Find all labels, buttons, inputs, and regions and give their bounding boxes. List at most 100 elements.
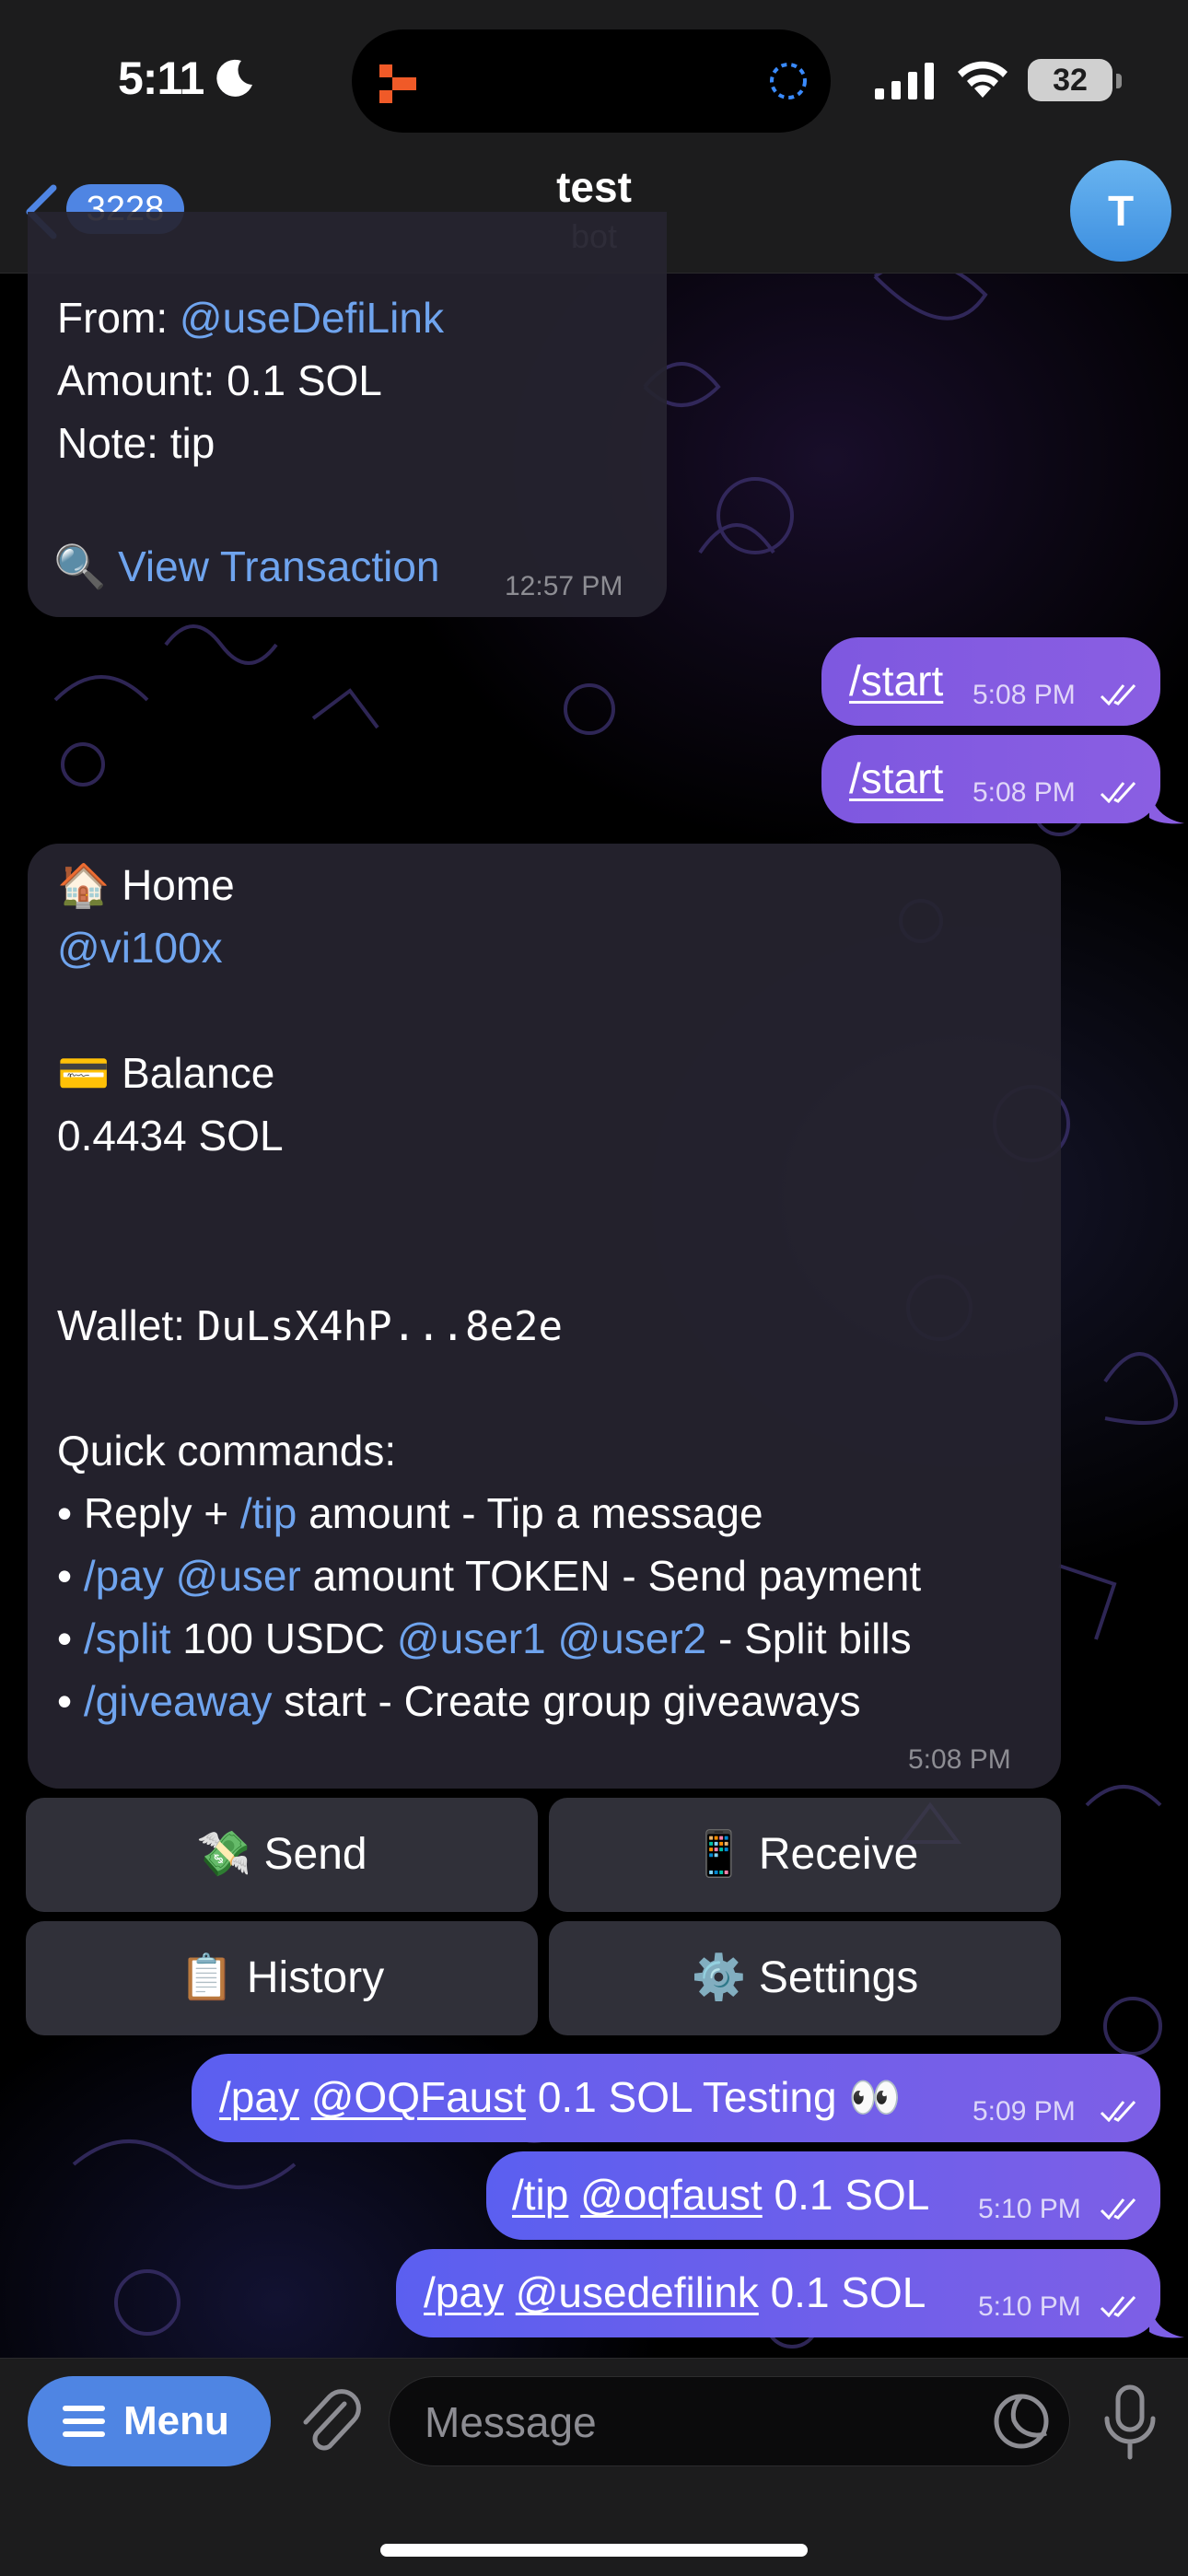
- credit-card-icon: 💳: [57, 1049, 111, 1097]
- history-button[interactable]: 📋 History: [26, 1921, 538, 2035]
- read-checkmarks-icon: [1100, 683, 1136, 705]
- bot-menu-button[interactable]: Menu: [28, 2376, 271, 2466]
- message-text: 0.1 SOL: [758, 2268, 926, 2316]
- bullet: •: [57, 1552, 84, 1600]
- pay-command-link[interactable]: /pay: [219, 2073, 299, 2121]
- quick-command-tip: • Reply + /tip amount - Tip a message: [57, 1488, 763, 1538]
- tip-command-link[interactable]: /tip: [240, 1489, 297, 1537]
- moon-icon: [216, 59, 252, 97]
- battery-cap: [1116, 74, 1122, 88]
- tx-from-line: From: @useDefiLink: [57, 293, 444, 343]
- view-transaction-link[interactable]: View Transaction: [118, 542, 439, 590]
- user-mention-link[interactable]: @user: [176, 1552, 301, 1600]
- app-activity-icon: [379, 64, 416, 103]
- quick-command-pay: • /pay @user amount TOKEN - Send payment: [57, 1551, 921, 1601]
- tip-command-link[interactable]: /tip: [512, 2171, 568, 2219]
- wallet-address[interactable]: DuLsX4hP...8e2e: [197, 1303, 563, 1350]
- user-mention-link[interactable]: @usedefilink: [516, 2268, 759, 2316]
- signal-icon: [875, 63, 934, 99]
- chat-title[interactable]: test: [0, 162, 1188, 212]
- battery-indicator: 32: [1028, 59, 1112, 101]
- wallet-label: Wallet:: [57, 1301, 197, 1349]
- pay-2-timestamp: 5:10 PM: [978, 2291, 1081, 2322]
- tx-amount: Amount: 0.1 SOL: [57, 356, 382, 404]
- sticker-icon[interactable]: [991, 2391, 1052, 2452]
- cmd-text: - Split bills: [706, 1614, 912, 1662]
- bullet: •: [57, 1677, 84, 1725]
- mobile-phone-icon: 📱: [691, 1830, 747, 1879]
- tx-timestamp: 12:57 PM: [505, 571, 623, 601]
- cmd-text: amount TOKEN - Send payment: [300, 1552, 922, 1600]
- battery-level: 32: [1053, 63, 1088, 98]
- tx-note: Note: tip: [57, 419, 215, 467]
- pay-1-timestamp: 5:09 PM: [973, 2096, 1076, 2127]
- money-wings-icon: 💸: [196, 1830, 252, 1879]
- history-button-label: 📋 History: [26, 1921, 538, 2035]
- settings-label: Settings: [758, 1953, 919, 2002]
- pay-command-link[interactable]: /pay: [424, 2268, 504, 2316]
- tip-timestamp: 5:10 PM: [978, 2194, 1081, 2224]
- split-command-link[interactable]: /split: [84, 1614, 171, 1662]
- bot-avatar[interactable]: T: [1070, 160, 1171, 262]
- paperclip-icon[interactable]: [293, 2385, 367, 2459]
- message-field[interactable]: [389, 2376, 1070, 2467]
- balance-title: Balance: [122, 1049, 275, 1097]
- house-icon: 🏠: [57, 861, 111, 909]
- status-time: 5:11: [118, 52, 204, 104]
- home-username-link[interactable]: @vi100x: [57, 923, 223, 973]
- view-transaction-line: 🔍 View Transaction: [53, 542, 440, 592]
- microphone-icon[interactable]: [1101, 2384, 1159, 2461]
- bullet: •: [57, 1614, 84, 1662]
- home-heading: 🏠 Home: [57, 860, 235, 911]
- giveaway-command-link[interactable]: /giveaway: [84, 1677, 273, 1725]
- start-2-timestamp: 5:08 PM: [973, 777, 1076, 808]
- read-checkmarks-icon: [1100, 781, 1136, 803]
- settings-button[interactable]: ⚙️ Settings: [549, 1921, 1061, 2035]
- bullet: •: [57, 1489, 84, 1537]
- cmd-text: 100 USDC: [170, 1614, 397, 1662]
- read-checkmarks-icon: [1100, 2295, 1136, 2317]
- cmd-text: start - Create group giveaways: [272, 1677, 861, 1725]
- quick-command-split: • /split 100 USDC @user1 @user2 - Split …: [57, 1614, 912, 1663]
- bubble-tail: [1149, 790, 1184, 824]
- read-checkmarks-icon: [1100, 2100, 1136, 2122]
- cmd-text: [546, 1614, 558, 1662]
- history-label: History: [246, 1953, 385, 2002]
- cmd-text: [164, 1552, 176, 1600]
- send-button[interactable]: 💸 Send: [26, 1798, 538, 1912]
- magnifier-icon: 🔍: [53, 542, 107, 590]
- balance-heading: 💳 Balance: [57, 1048, 274, 1099]
- message-input[interactable]: [423, 2377, 979, 2467]
- user1-mention-link[interactable]: @user1: [397, 1614, 546, 1662]
- start-2-command[interactable]: /start: [849, 753, 943, 803]
- tx-from-label: From:: [57, 294, 180, 342]
- home-indicator[interactable]: [380, 2544, 808, 2557]
- user2-mention-link[interactable]: @user2: [557, 1614, 706, 1662]
- gear-icon: ⚙️: [691, 1953, 747, 2002]
- pay-2-text: /pay @usedefilink 0.1 SOL: [424, 2267, 926, 2317]
- wifi-icon: [958, 61, 1007, 98]
- hamburger-icon: [63, 2406, 105, 2437]
- read-checkmarks-icon: [1100, 2197, 1136, 2220]
- user-mention-link[interactable]: @oqfaust: [580, 2171, 763, 2219]
- send-label: Send: [263, 1830, 367, 1879]
- cmd-text: amount - Tip a message: [297, 1489, 763, 1537]
- message-text: 0.1 SOL Testing 👀: [526, 2073, 902, 2121]
- tx-from-user-link[interactable]: @useDefiLink: [180, 294, 444, 342]
- pay-command-link[interactable]: /pay: [84, 1552, 164, 1600]
- quick-command-giveaway: • /giveaway start - Create group giveawa…: [57, 1676, 861, 1726]
- wallet-line: Wallet: DuLsX4hP...8e2e: [57, 1300, 563, 1350]
- activity-ring-icon: [770, 63, 807, 99]
- dynamic-island: [352, 29, 831, 133]
- receive-button[interactable]: 📱 Receive: [549, 1798, 1061, 1912]
- balance-value: 0.4434 SOL: [57, 1112, 284, 1160]
- user-mention-link[interactable]: @OQFaust: [311, 2073, 526, 2121]
- quick-commands-title: Quick commands:: [57, 1427, 397, 1474]
- clipboard-icon: 📋: [179, 1953, 235, 2002]
- message-text: 0.1 SOL: [762, 2171, 930, 2219]
- start-1-timestamp: 5:08 PM: [973, 680, 1076, 710]
- start-1-command[interactable]: /start: [849, 656, 943, 705]
- settings-button-label: ⚙️ Settings: [549, 1921, 1061, 2035]
- home-timestamp: 5:08 PM: [908, 1744, 1011, 1775]
- cmd-text: Reply +: [83, 1489, 240, 1537]
